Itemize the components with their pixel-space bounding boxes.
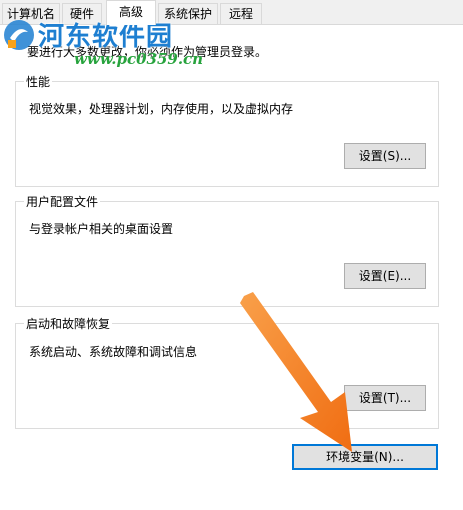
performance-description: 视觉效果，处理器计划，内存使用，以及虚拟内存 <box>29 102 294 116</box>
startup-recovery-settings-button[interactable]: 设置(T)... <box>344 385 426 411</box>
tab-bar: 计算机名 硬件 高级 系统保护 远程 <box>0 0 463 25</box>
performance-settings-button[interactable]: 设置(S)... <box>344 143 426 169</box>
startup-recovery-group-title: 启动和故障恢复 <box>24 315 113 332</box>
tab-remote[interactable]: 远程 <box>220 3 262 24</box>
tab-advanced[interactable]: 高级 <box>106 0 156 25</box>
user-profiles-group: 用户配置文件 与登录帐户相关的桌面设置 设置(E)... <box>15 193 439 307</box>
user-profiles-description: 与登录帐户相关的桌面设置 <box>29 222 174 236</box>
tab-hardware[interactable]: 硬件 <box>62 3 102 24</box>
user-profiles-settings-button[interactable]: 设置(E)... <box>344 263 426 289</box>
admin-notice: 要进行大多数更改，你必须作为管理员登录。 <box>27 45 268 59</box>
user-profiles-group-title: 用户配置文件 <box>24 193 101 210</box>
tab-system-protection[interactable]: 系统保护 <box>158 3 218 24</box>
environment-variables-button[interactable]: 环境变量(N)... <box>292 444 438 470</box>
startup-recovery-group: 启动和故障恢复 系统启动、系统故障和调试信息 设置(T)... <box>15 315 439 429</box>
performance-group: 性能 视觉效果，处理器计划，内存使用，以及虚拟内存 设置(S)... <box>15 73 439 187</box>
startup-recovery-description: 系统启动、系统故障和调试信息 <box>29 345 198 359</box>
tab-computer-name[interactable]: 计算机名 <box>2 3 60 24</box>
performance-group-title: 性能 <box>24 73 53 90</box>
